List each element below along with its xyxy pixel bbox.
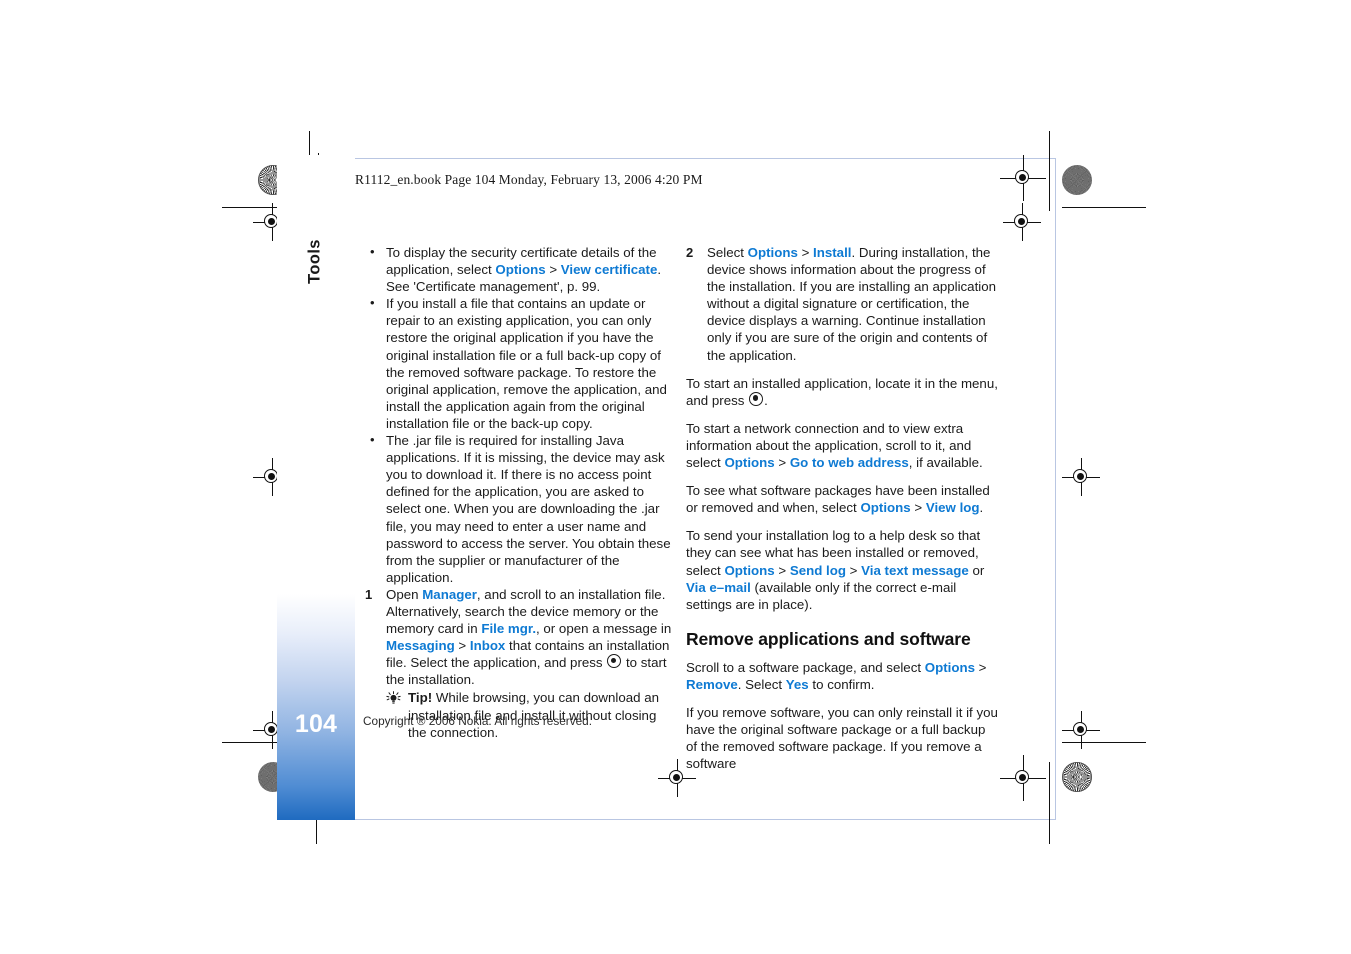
list-item: The .jar file is required for installing… — [365, 431, 677, 586]
menu-path-link[interactable]: Options — [724, 455, 774, 470]
chapter-tab-label: Tools — [305, 239, 324, 284]
lightbulb-icon — [385, 691, 402, 706]
crop-line-top-right-v — [1049, 131, 1051, 211]
body-text: . — [764, 392, 768, 408]
body-text: The .jar file is required for installing… — [386, 433, 671, 585]
star-target-bottom-right — [1062, 762, 1092, 792]
section-heading: Remove applications and software — [686, 628, 971, 649]
menu-path-link[interactable]: File mgr. — [481, 621, 536, 636]
body-text: If you remove software, you can only rei… — [686, 705, 998, 772]
left-text-column: To display the security certificate deta… — [365, 243, 677, 741]
menu-path-link[interactable]: Via text message — [861, 563, 969, 578]
menu-path-link[interactable]: Options — [925, 660, 975, 675]
copyright-line: Copyright ® 2006 Nokia. All rights reser… — [363, 714, 593, 728]
step-number: 2 — [686, 245, 694, 260]
body-text: Select — [707, 245, 748, 260]
paragraph-rich-text: Scroll to a software package, and select… — [686, 660, 986, 692]
body-text: Open — [386, 586, 423, 602]
crop-line-right-top-h — [1062, 207, 1146, 209]
registration-mark-mid-right-lower — [1062, 711, 1100, 749]
book-header-line: R1112_en.book Page 104 Monday, February … — [355, 172, 703, 187]
menu-path-link[interactable]: View certificate — [561, 262, 658, 277]
paragraph: To start a network connection and to vie… — [686, 420, 998, 471]
registration-mark-mid-right — [1062, 458, 1100, 496]
registration-mark-top-right — [1000, 155, 1046, 201]
paragraph: To see what software packages have been … — [686, 482, 998, 516]
body-text: > — [454, 638, 470, 654]
paragraph: Scroll to a software package, and select… — [686, 659, 998, 693]
menu-path-link[interactable]: Inbox — [470, 638, 505, 653]
step-rich-text: Select Options > Install. During install… — [707, 245, 996, 363]
right-text-column: 2 Select Options > Install. During insta… — [686, 244, 998, 783]
body-text: > — [545, 262, 561, 278]
body-text: . Select — [737, 676, 786, 692]
body-text: . During installation, the device shows … — [707, 245, 997, 363]
menu-path-link[interactable]: View log — [926, 500, 980, 515]
menu-path-link[interactable]: Send log — [790, 563, 846, 578]
body-text: > — [974, 659, 987, 675]
body-text: to confirm. — [808, 676, 875, 692]
menu-path-link[interactable]: Via e–mail — [686, 580, 751, 595]
paragraph: To send your installation log to a help … — [686, 527, 998, 612]
body-text: > — [774, 562, 790, 578]
bullet-rich-text: The .jar file is required for installing… — [386, 433, 671, 585]
list-item: 2 Select Options > Install. During insta… — [686, 244, 998, 364]
paragraph-rich-text: To send your installation log to a help … — [686, 528, 984, 611]
paragraph-rich-text: To start a network connection and to vie… — [686, 421, 983, 470]
body-text: To start an installed application, locat… — [686, 375, 998, 408]
paragraph-rich-text: If you remove software, you can only rei… — [686, 705, 998, 771]
menu-path-link[interactable]: Options — [495, 262, 545, 277]
tip-label: Tip! — [408, 690, 433, 706]
menu-path-link[interactable]: Yes — [786, 677, 809, 692]
chapter-side-tab: Tools 104 — [277, 155, 355, 820]
menu-path-link[interactable]: Go to web address — [790, 455, 909, 470]
menu-path-link[interactable]: Options — [860, 500, 910, 515]
body-text: Scroll to a software package, and select — [686, 659, 925, 675]
body-text: , or open a message in — [536, 621, 672, 637]
bullet-rich-text: To display the security certificate deta… — [386, 245, 661, 294]
body-text: > — [845, 562, 862, 578]
page-number: 104 — [294, 710, 338, 738]
registration-mark-mid-right-upper — [1003, 203, 1041, 241]
menu-path-link[interactable]: Install — [813, 245, 851, 260]
crop-line-bottom-right-v — [1049, 762, 1051, 844]
scroll-key-icon — [749, 391, 764, 406]
bullet-list: To display the security certificate deta… — [365, 243, 677, 586]
body-text: > — [774, 455, 790, 471]
menu-path-link[interactable]: Options — [724, 563, 774, 578]
body-text: , if available. — [908, 455, 983, 471]
list-item: If you install a file that contains an u… — [365, 294, 677, 432]
body-text: or — [968, 562, 985, 578]
numbered-steps-right: 2 Select Options > Install. During insta… — [686, 244, 998, 364]
paragraph-rich-text: To see what software packages have been … — [686, 483, 990, 515]
scroll-key-icon — [607, 654, 622, 669]
paragraph: If you remove software, you can only rei… — [686, 704, 998, 772]
bullet-rich-text: If you install a file that contains an u… — [386, 296, 667, 431]
step-rich-text: Open Manager, and scroll to an installat… — [386, 587, 671, 687]
menu-path-link[interactable]: Manager — [422, 587, 477, 602]
menu-path-link[interactable]: Options — [748, 245, 798, 260]
body-text: . — [979, 500, 984, 516]
body-text: > — [797, 245, 814, 260]
paragraph-rich-text: To start an installed application, locat… — [686, 376, 998, 408]
paragraph: To start an installed application, locat… — [686, 375, 998, 409]
menu-path-link[interactable]: Messaging — [386, 638, 455, 653]
step-number: 1 — [365, 586, 373, 602]
manual-page-proof: R1112_en.book Page 104 Monday, February … — [0, 0, 1351, 954]
body-text: If you install a file that contains an u… — [386, 296, 667, 431]
menu-path-link[interactable]: Remove — [686, 677, 738, 692]
body-text: > — [910, 500, 926, 516]
list-item: To display the security certificate deta… — [365, 243, 677, 295]
gray-density-dot-top-right — [1062, 165, 1092, 195]
registration-mark-bottom-right — [1000, 755, 1046, 801]
